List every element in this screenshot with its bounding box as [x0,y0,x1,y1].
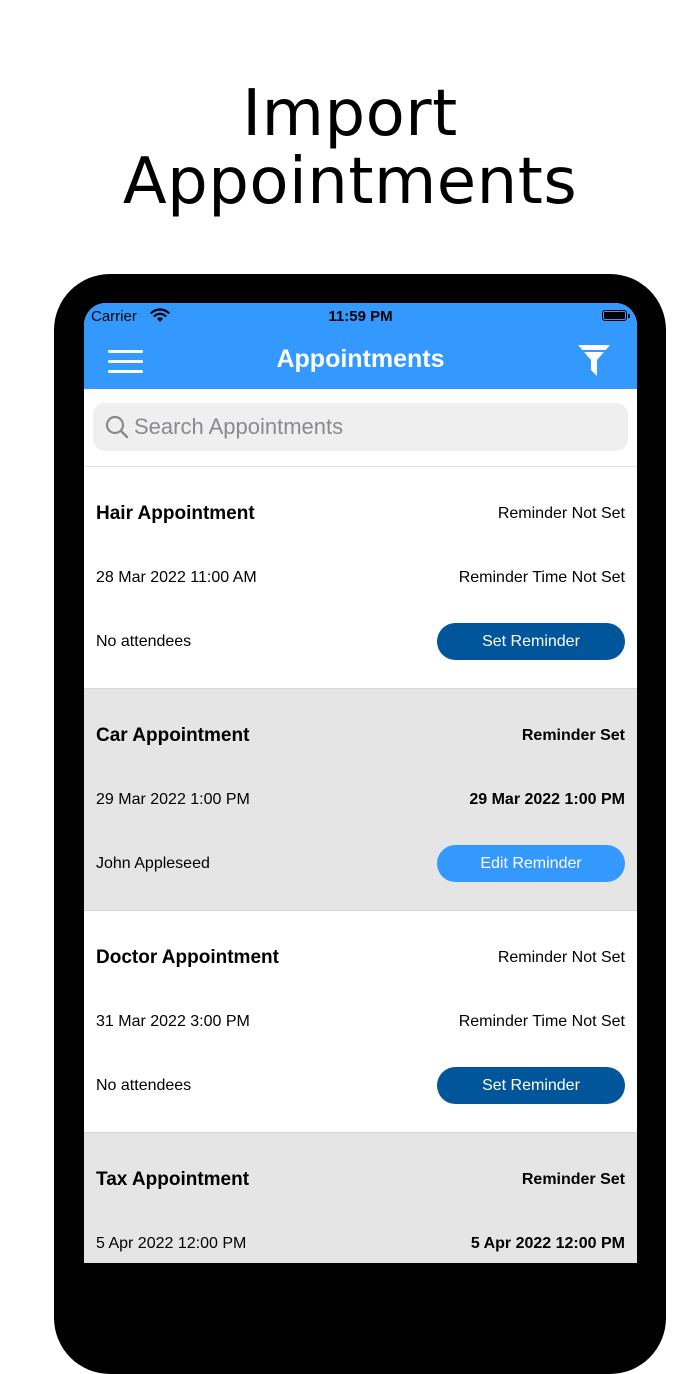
reminder-status: Reminder Not Set [497,949,625,966]
reminder-status: Reminder Set [521,727,625,744]
battery-icon [602,310,630,321]
appointment-date: 29 Mar 2022 1:00 PM [96,791,250,808]
edit-reminder-button[interactable]: Edit Reminder [437,845,625,882]
search-bar [84,389,637,467]
status-bar: Carrier 11:59 PM [84,303,637,331]
appointment-attendees: No attendees [96,633,192,650]
reminder-time: 29 Mar 2022 1:00 PM [469,791,625,808]
appointment-attendees: John Appleseed [96,855,210,872]
navigation-bar: Appointments [84,331,637,389]
marketing-headline: Import Appointments [0,80,700,216]
appointment-title: Doctor Appointment [96,947,279,968]
appointment-card[interactable]: Car Appointment Reminder Set 29 Mar 2022… [84,689,637,911]
appointment-date: 5 Apr 2022 12:00 PM [96,1235,247,1252]
appointment-card[interactable]: Doctor Appointment Reminder Not Set 31 M… [84,911,637,1133]
appointment-date: 28 Mar 2022 11:00 AM [96,569,257,586]
nav-title: Appointments [276,345,445,373]
status-time: 11:59 PM [328,308,393,325]
filter-icon[interactable] [578,343,610,377]
search-icon [105,415,129,439]
headline-line-1: Import [242,77,458,151]
appointment-title: Car Appointment [96,725,250,746]
set-reminder-button[interactable]: Set Reminder [437,623,625,660]
appointment-title: Tax Appointment [96,1169,250,1190]
set-reminder-button[interactable]: Set Reminder [437,1067,625,1104]
app-screen: Carrier 11:59 PM Appointments Hair [84,303,637,1263]
reminder-status: Reminder Set [521,1171,625,1188]
appointment-attendees: No attendees [96,1077,192,1094]
reminder-status: Reminder Not Set [497,505,625,522]
appointment-card[interactable]: Hair Appointment Reminder Not Set 28 Mar… [84,467,637,689]
search-field-container[interactable] [93,403,628,451]
reminder-time: 5 Apr 2022 12:00 PM [470,1235,625,1252]
reminder-time: Reminder Time Not Set [458,569,625,586]
reminder-time: Reminder Time Not Set [458,1013,625,1030]
appointment-list: Hair Appointment Reminder Not Set 28 Mar… [84,467,637,1263]
appointment-date: 31 Mar 2022 3:00 PM [96,1013,250,1030]
headline-line-2: Appointments [122,145,578,219]
search-input[interactable] [134,403,614,451]
appointment-title: Hair Appointment [96,503,255,524]
